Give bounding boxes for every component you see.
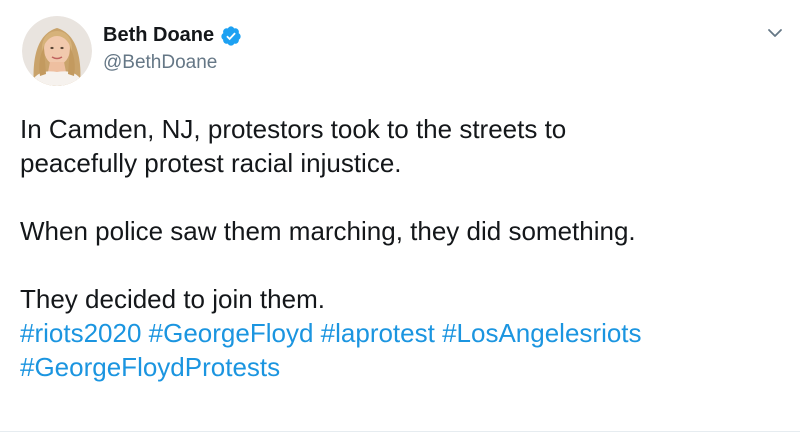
tweet-text-line: When police saw them marching, they did … <box>20 216 636 246</box>
avatar[interactable] <box>22 16 92 86</box>
author-display-name[interactable]: Beth Doane <box>103 24 214 47</box>
tweet-text: In Camden, NJ, protestors took to the st… <box>20 112 780 384</box>
hashtag-list: #riots2020 #GeorgeFloyd #laprotest #LosA… <box>20 316 780 384</box>
tweet-text-line: They decided to join them. <box>20 284 325 314</box>
hashtag-link[interactable]: #LosAngelesriots <box>442 318 641 348</box>
author-name-row[interactable]: Beth Doane <box>103 24 242 47</box>
author-handle[interactable]: @BethDoane <box>103 52 217 74</box>
tweet-text-line: In Camden, NJ, protestors took to the st… <box>20 114 567 144</box>
hashtag-link[interactable]: #riots2020 <box>20 318 141 348</box>
tweet-card: Beth Doane @BethDoane In Camden, NJ, pro… <box>0 0 800 432</box>
hashtag-link[interactable]: #GeorgeFloyd <box>149 318 314 348</box>
verified-badge-icon <box>220 25 242 47</box>
avatar-image <box>22 16 92 86</box>
tweet-text-line: peacefully protest racial injustice. <box>20 148 402 178</box>
chevron-down-icon[interactable] <box>764 22 786 44</box>
hashtag-link[interactable]: #GeorgeFloydProtests <box>20 352 280 382</box>
hashtag-link[interactable]: #laprotest <box>321 318 435 348</box>
